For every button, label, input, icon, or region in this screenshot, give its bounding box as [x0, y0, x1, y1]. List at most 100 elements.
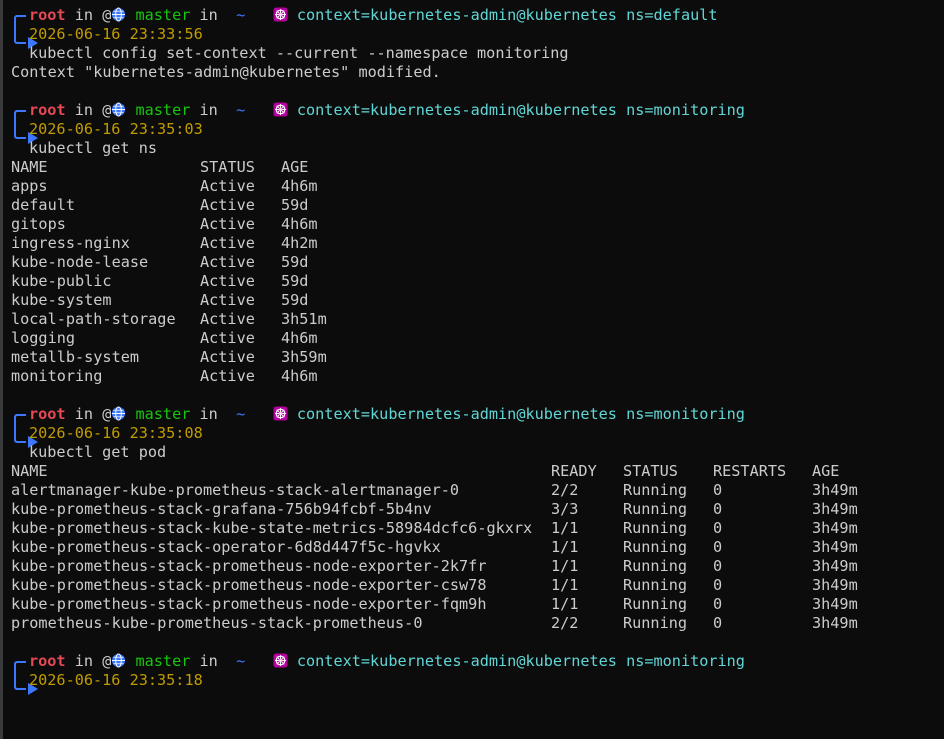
table-row-cell: apps [11, 177, 48, 195]
prompt-context: context=kubernetes-admin@kubernetes ns=m… [296, 101, 745, 119]
table-row-cell: 4h6m [281, 329, 318, 347]
command-line[interactable] [11, 690, 944, 709]
table-row-cell: 2/2 [551, 481, 579, 499]
table-row-cell: 4h6m [281, 177, 318, 195]
table-row: kube-system Active 59d [11, 291, 944, 310]
command-output: Context "kubernetes-admin@kubernetes" mo… [11, 63, 441, 81]
table-row: alertmanager-kube-prometheus-stack-alert… [11, 481, 944, 500]
prompt-in-2: in [199, 6, 218, 24]
prompt-context: context=kubernetes-admin@kubernetes ns=m… [296, 652, 745, 670]
table-row-cell: Running [623, 595, 688, 613]
table-row: kube-prometheus-stack-prometheus-node-ex… [11, 557, 944, 576]
table-header-cell: READY [551, 462, 597, 480]
table-row-cell: 0 [713, 538, 723, 556]
kubernetes-helm-icon [273, 7, 288, 22]
table-row: kube-public Active 59d [11, 272, 944, 291]
table-row-cell: Active [200, 253, 255, 271]
prompt-timestamp: 2026-06-16 23:35:03 [29, 120, 203, 138]
table-row-cell: 59d [281, 253, 309, 271]
table-row-cell: Active [200, 348, 255, 366]
prompt-block: root in @ master in ~ context=kubernetes… [11, 6, 944, 63]
table-header-cell: NAME [11, 158, 48, 176]
table-row-cell: 1/1 [551, 576, 579, 594]
table-row-cell: Running [623, 614, 688, 632]
table-row-cell: Active [200, 272, 255, 290]
prompt-in: in [74, 405, 94, 423]
table-row-cell: Running [623, 500, 688, 518]
table-row-cell: Active [200, 215, 255, 233]
command-line[interactable]: kubectl get pod [11, 443, 944, 462]
table-row-cell: kube-node-lease [11, 253, 149, 271]
window-left-border [0, 0, 3, 739]
table-row-cell: kube-public [11, 272, 112, 290]
table-row-cell: 1/1 [551, 538, 579, 556]
globe-icon [112, 653, 126, 668]
prompt-line: root in @ master in ~ context=kubernetes… [11, 405, 944, 424]
prompt-line: root in @ master in ~ context=kubernetes… [11, 101, 944, 120]
prompt-dir: ~ [236, 652, 246, 670]
command-text: kubectl config set-context --current --n… [29, 44, 569, 62]
table-row-cell: kube-system [11, 291, 112, 309]
prompt-block: root in @ master in ~ context=kubernetes… [11, 405, 944, 462]
prompt-in: in [74, 101, 94, 119]
table-row-cell: 2/2 [551, 614, 579, 632]
table-row-cell: kube-prometheus-stack-prometheus-node-ex… [11, 557, 487, 575]
table-row-cell: 3h49m [812, 538, 858, 556]
table-row-cell: Active [200, 196, 255, 214]
table-row: kube-prometheus-stack-kube-state-metrics… [11, 519, 944, 538]
prompt-at: @ [102, 405, 112, 423]
table-row-cell: kube-prometheus-stack-prometheus-node-ex… [11, 576, 487, 594]
table-row-cell: 0 [713, 614, 723, 632]
table-row: metallb-system Active 3h59m [11, 348, 944, 367]
prompt-line: root in @ master in ~ context=kubernetes… [11, 652, 944, 671]
table-row-cell: Active [200, 234, 255, 252]
prompt-at: @ [102, 101, 112, 119]
globe-icon [112, 7, 126, 22]
table-row: apps Active 4h6m [11, 177, 944, 196]
prompt-branch: master [135, 405, 191, 423]
table-row: kube-prometheus-stack-operator-6d8d447f5… [11, 538, 944, 557]
table-header-cell: STATUS [200, 158, 255, 176]
terminal-buffer[interactable]: root in @ master in ~ context=kubernetes… [11, 6, 944, 709]
prompt-line: root in @ master in ~ context=kubernetes… [11, 6, 944, 25]
table-row-cell: 1/1 [551, 519, 579, 537]
table-row-cell: 3h59m [281, 348, 327, 366]
table-header-cell: AGE [812, 462, 840, 480]
prompt-user: root [29, 6, 66, 24]
table-row-cell: 59d [281, 196, 309, 214]
table-row-cell: 1/1 [551, 595, 579, 613]
table-row: monitoring Active 4h6m [11, 367, 944, 386]
prompt-block: root in @ master in ~ context=kubernetes… [11, 101, 944, 158]
table-row-cell: alertmanager-kube-prometheus-stack-alert… [11, 481, 460, 499]
table-row-cell: kube-prometheus-stack-kube-state-metrics… [11, 519, 533, 537]
table-row-cell: 4h6m [281, 215, 318, 233]
prompt-timestamp: 2026-06-16 23:33:56 [29, 25, 203, 43]
table-row: gitops Active 4h6m [11, 215, 944, 234]
table-row-cell: Running [623, 481, 688, 499]
table-row-cell: monitoring [11, 367, 103, 385]
table-row-cell: 3h49m [812, 500, 858, 518]
table-row: kube-prometheus-stack-prometheus-node-ex… [11, 576, 944, 595]
table-row-cell: 3/3 [551, 500, 579, 518]
prompt-branch: master [135, 101, 191, 119]
command-line[interactable]: kubectl config set-context --current --n… [11, 44, 944, 63]
prompt-branch: master [135, 652, 191, 670]
table-header-cell: STATUS [623, 462, 678, 480]
table-row-cell: Active [200, 367, 255, 385]
table-row-cell: Active [200, 291, 255, 309]
table-row-cell: 3h49m [812, 576, 858, 594]
table-row-cell: Active [200, 329, 255, 347]
table-row-cell: 3h49m [812, 557, 858, 575]
table-row-cell: Running [623, 519, 688, 537]
table-row-cell: 0 [713, 557, 723, 575]
table-header-cell: NAME [11, 462, 48, 480]
command-line[interactable]: kubectl get ns [11, 139, 944, 158]
table-header: NAME READY STATUS RESTARTS AGE [11, 462, 944, 481]
table-row: kube-node-lease Active 59d [11, 253, 944, 272]
prompt-in-2: in [199, 101, 218, 119]
table-row-cell: 3h51m [281, 310, 327, 328]
prompt-in-2: in [199, 405, 218, 423]
globe-icon [112, 406, 126, 421]
